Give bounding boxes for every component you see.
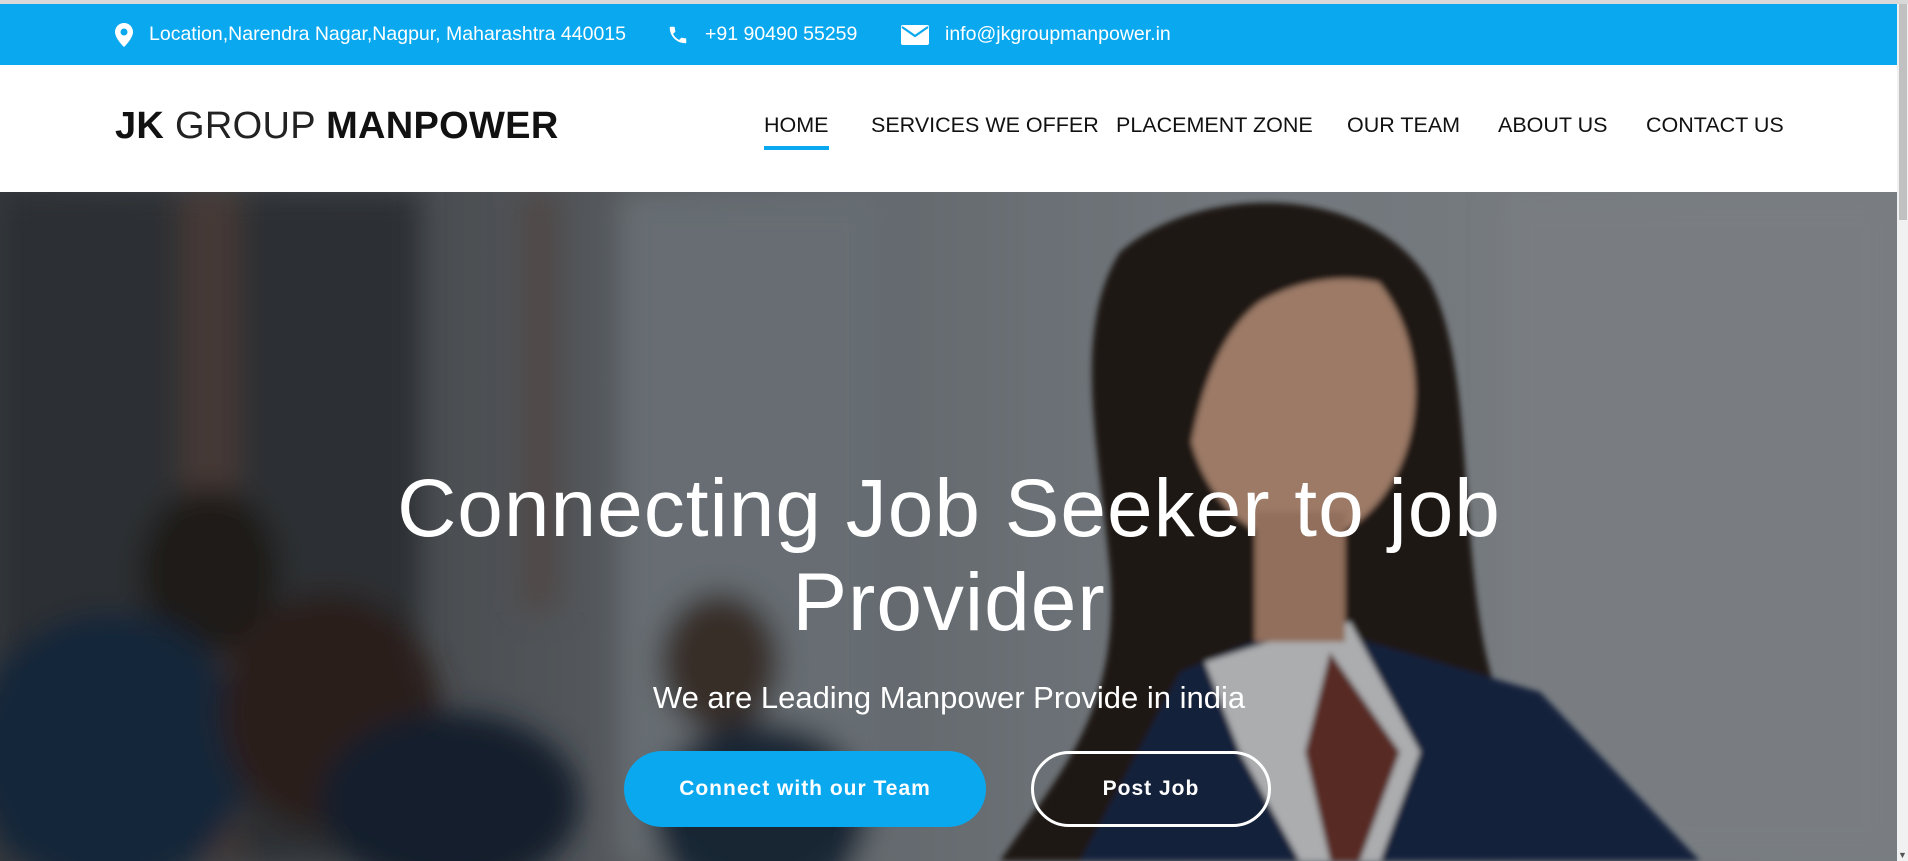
- nav-contact-us[interactable]: CONTACT US: [1646, 113, 1784, 138]
- nav-about-us[interactable]: ABOUT US: [1498, 113, 1608, 138]
- email-info[interactable]: info@jkgroupmanpower.in: [901, 4, 1171, 65]
- hero-title-line-2: Provider: [792, 557, 1106, 648]
- email-text: info@jkgroupmanpower.in: [945, 23, 1171, 45]
- logo-jk: JK: [115, 105, 165, 147]
- nav-services[interactable]: SERVICES WE OFFER: [871, 113, 1099, 138]
- site-header: JK GROUP MANPOWER HOME SERVICES WE OFFER…: [0, 65, 1897, 192]
- envelope-icon: [901, 24, 929, 45]
- map-pin-icon: [115, 22, 133, 47]
- logo-manpower: MANPOWER: [326, 105, 559, 147]
- scrollbar-thumb[interactable]: [1899, 4, 1907, 220]
- post-job-button[interactable]: Post Job: [1031, 751, 1271, 827]
- hero-title-line-1: Connecting Job Seeker to job: [397, 463, 1501, 554]
- location-info: Location,Narendra Nagar,Nagpur, Maharash…: [115, 4, 626, 65]
- location-text: Location,Narendra Nagar,Nagpur, Maharash…: [149, 23, 626, 45]
- phone-info[interactable]: +91 90490 55259: [667, 4, 857, 65]
- scroll-down-arrow-icon[interactable]: ▼: [1897, 849, 1908, 861]
- nav-placement-zone[interactable]: PLACEMENT ZONE: [1116, 113, 1313, 138]
- nav-home[interactable]: HOME: [764, 113, 829, 150]
- phone-text: +91 90490 55259: [705, 23, 858, 45]
- site-logo[interactable]: JK GROUP MANPOWER: [115, 105, 559, 148]
- hero-subtitle: We are Leading Manpower Provide in india: [652, 680, 1246, 715]
- hero-title: Connecting Job Seeker to job Provider: [310, 462, 1588, 650]
- phone-icon: [669, 26, 687, 43]
- nav-our-team[interactable]: OUR TEAM: [1347, 113, 1460, 138]
- page-scrollbar[interactable]: ▼: [1897, 4, 1908, 861]
- contact-topbar: Location,Narendra Nagar,Nagpur, Maharash…: [0, 4, 1897, 65]
- logo-group: GROUP: [175, 105, 316, 147]
- connect-with-team-button[interactable]: Connect with our Team: [624, 751, 986, 827]
- hero-banner: Connecting Job Seeker to job Provider We…: [0, 192, 1897, 861]
